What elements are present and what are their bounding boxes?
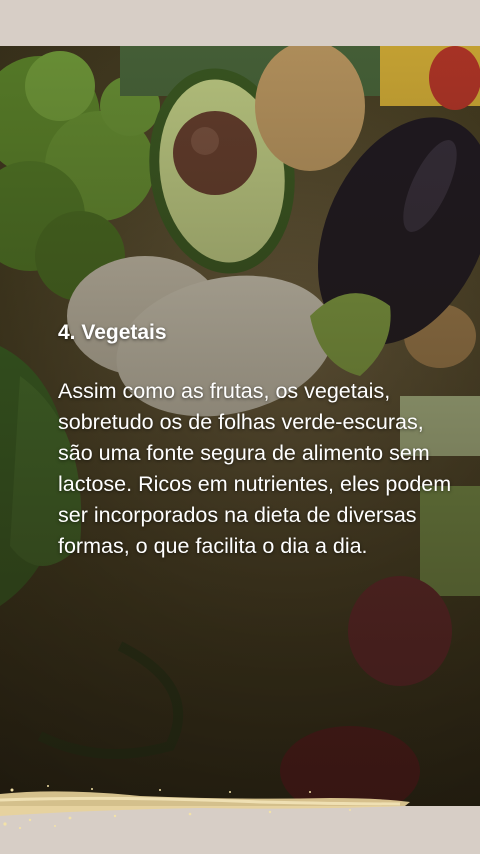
slide-content: 4. Vegetais Assim como as frutas, os veg… (58, 320, 458, 562)
story-slide: 4. Vegetais Assim como as frutas, os veg… (0, 46, 480, 806)
slide-title: 4. Vegetais (58, 321, 167, 344)
gold-glitter-brushstroke (0, 785, 410, 830)
slide-body-text: Assim como as frutas, os vegetais, sobre… (58, 379, 452, 558)
